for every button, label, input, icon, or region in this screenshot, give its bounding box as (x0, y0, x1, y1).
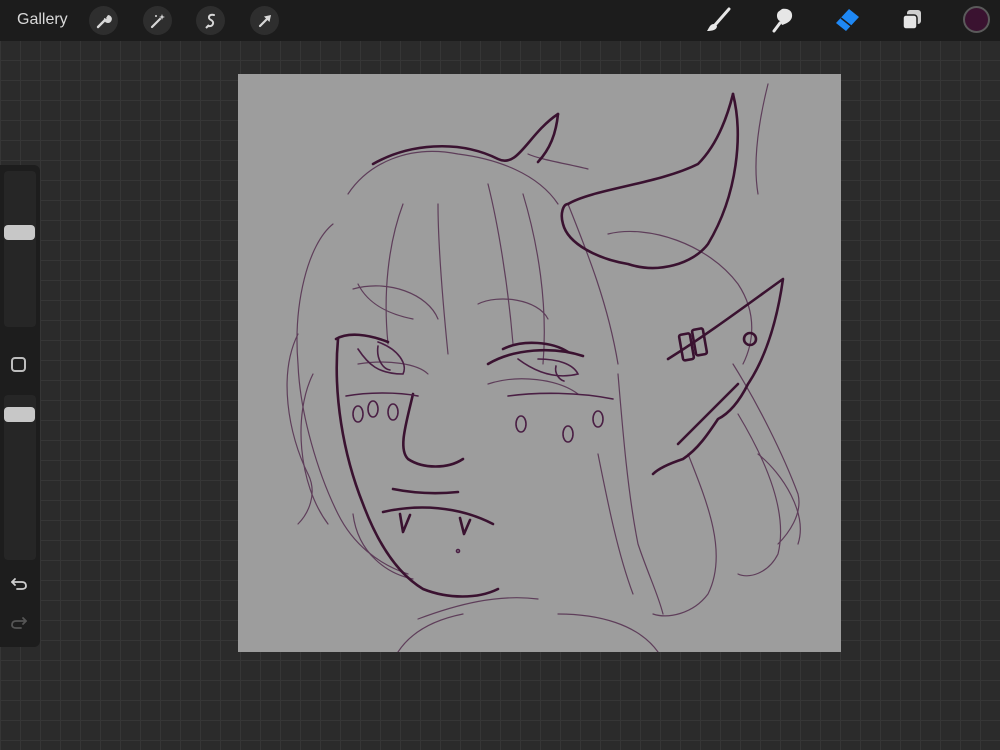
wrench-button[interactable] (89, 6, 118, 35)
color-swatch[interactable] (963, 6, 990, 33)
eraser-icon (836, 9, 859, 31)
adjustments-button[interactable] (143, 6, 172, 35)
selection-icon (204, 13, 215, 29)
redo-icon[interactable] (9, 612, 29, 632)
brush-icon (707, 7, 731, 31)
smudge-tool-button[interactable] (768, 5, 798, 35)
transform-arrow-icon (258, 14, 271, 27)
layers-button[interactable] (897, 5, 927, 35)
character-sketch (286, 83, 801, 652)
top-toolbar: Gallery (0, 0, 1000, 41)
modify-button[interactable] (11, 357, 26, 372)
selection-button[interactable] (196, 6, 225, 35)
brush-size-thumb[interactable] (4, 224, 35, 240)
drawing-canvas[interactable] (238, 74, 841, 652)
layers-icon (902, 10, 921, 30)
eraser-tool-button[interactable] (832, 5, 862, 35)
undo-icon[interactable] (9, 573, 29, 593)
wrench-icon (96, 14, 112, 28)
opacity-thumb[interactable] (4, 407, 35, 422)
gallery-button[interactable]: Gallery (17, 11, 68, 29)
brush-tool-button[interactable] (703, 5, 733, 35)
transform-button[interactable] (250, 6, 279, 35)
smudge-icon (772, 8, 793, 33)
brush-size-slider[interactable] (4, 171, 36, 327)
left-sidebar (0, 165, 40, 647)
magic-wand-icon (150, 13, 165, 28)
